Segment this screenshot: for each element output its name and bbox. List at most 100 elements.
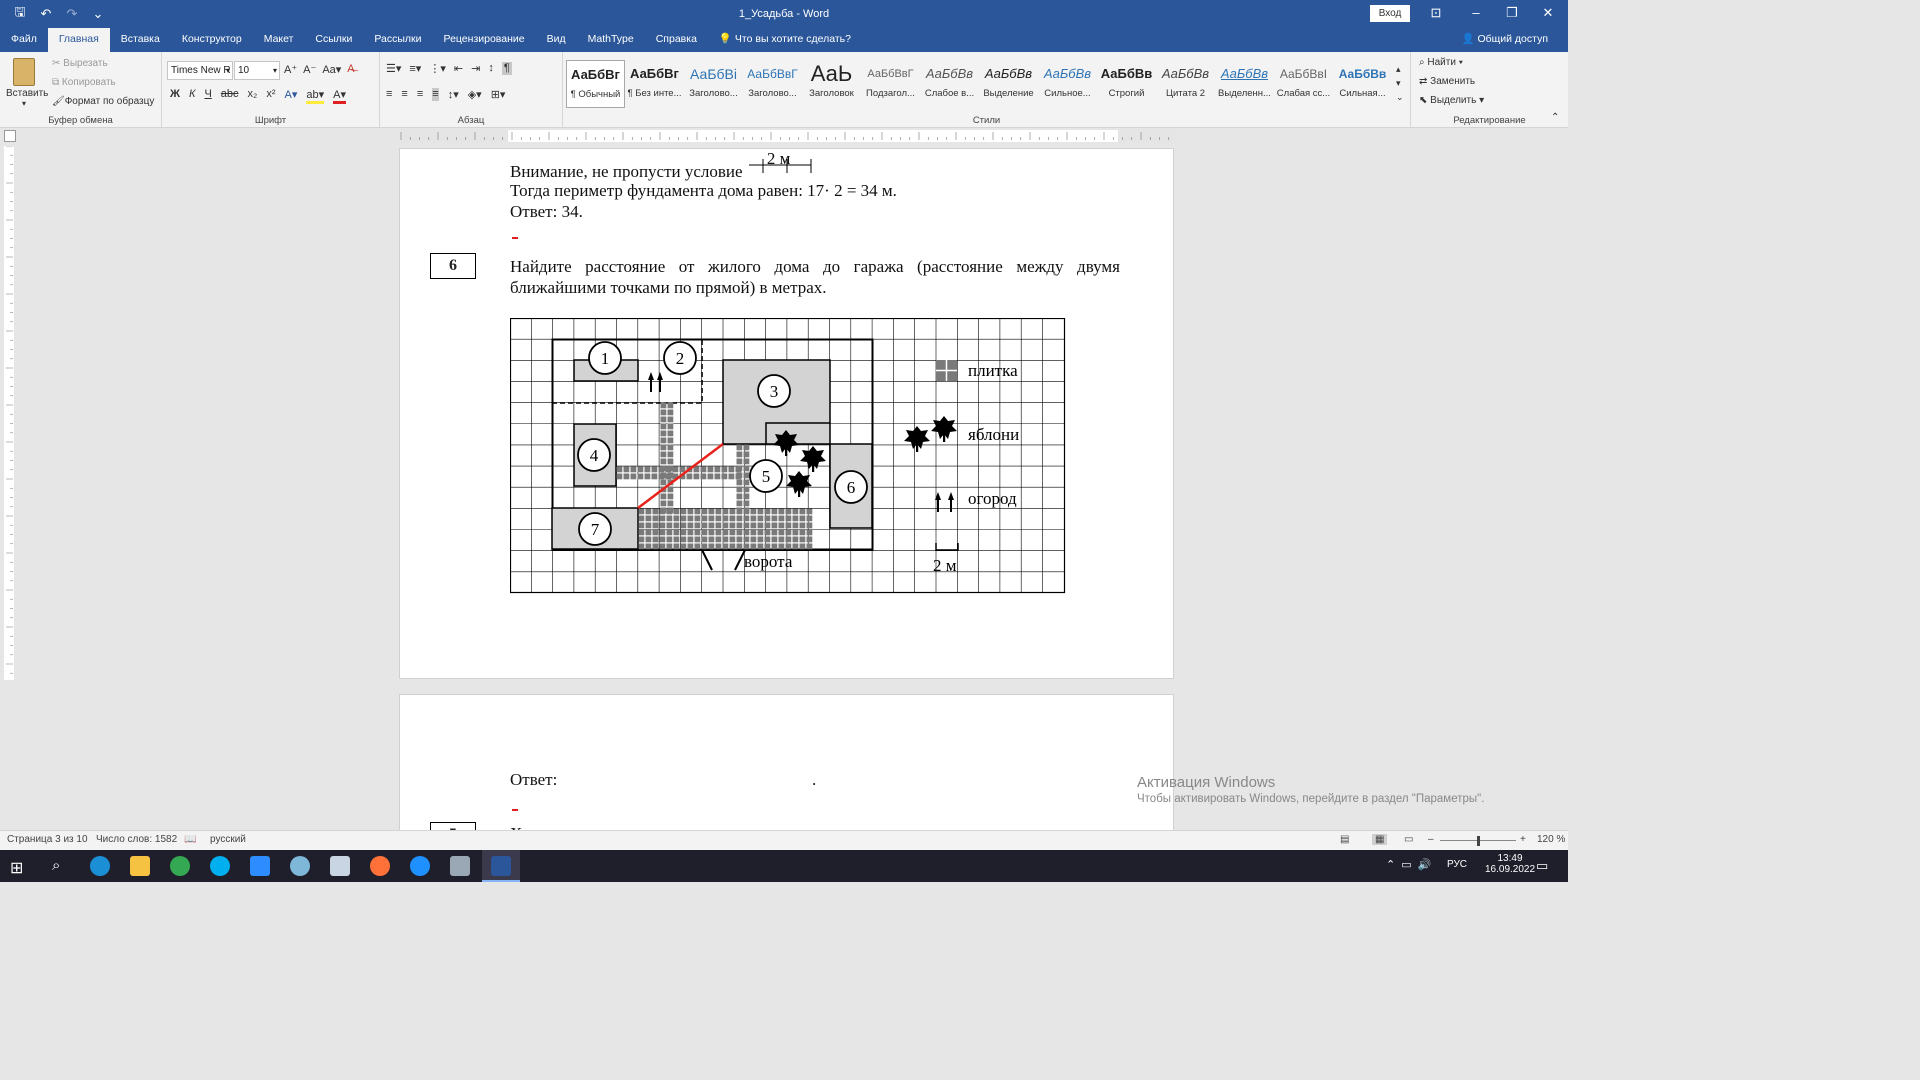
page-count[interactable]: Страница 3 из 10 [7,834,88,845]
notifications-icon[interactable]: ▭ [1536,858,1548,874]
borders-icon[interactable]: ⊞▾ [491,88,506,101]
chrome-icon[interactable] [170,856,190,876]
zoom-slider-thumb[interactable] [1477,836,1480,846]
highlight-icon[interactable]: ab▾ [306,88,325,104]
system-tray-icons[interactable]: ⌃▭🔊 [1386,858,1437,871]
style-no-spacing[interactable]: АаБбВг ¶ Без инте... [625,60,684,108]
app-icon[interactable] [450,856,470,876]
tab-file[interactable]: Файл [0,28,48,52]
clear-format-icon[interactable]: A̶ [347,63,354,76]
maximize-icon[interactable]: ❐ [1492,0,1532,28]
style-intense-emphasis[interactable]: АаБбВв Сильное... [1038,60,1097,108]
input-language[interactable]: РУС [1447,859,1467,870]
clock[interactable]: 13:49 16.09.2022 [1485,853,1535,875]
font-name-select[interactable]: Times New R ▾ [167,61,233,80]
web-layout-icon[interactable]: ▭ [1404,834,1413,845]
zoom-in-icon[interactable]: + [1520,834,1526,845]
style-strong[interactable]: АаБбВв Строгий [1097,60,1156,108]
replace-button[interactable]: ⇄ Заменить [1419,76,1475,87]
language[interactable]: русский [210,834,246,845]
print-layout-icon[interactable]: ▦ [1372,834,1388,845]
vertical-ruler[interactable] [4,145,14,693]
proofing-icon[interactable]: 📖 [184,834,196,845]
style-subtle-emphasis[interactable]: АаБбВв Слабое в... [920,60,979,108]
style-heading1[interactable]: АаБбВі Заголово... [684,60,743,108]
word-count[interactable]: Число слов: 1582 [96,834,177,845]
ruler-tab-selector[interactable] [4,130,16,142]
shrink-font-icon[interactable]: A⁻ [303,63,316,76]
font-color-icon[interactable]: A▾ [333,88,346,104]
style-subtle-reference[interactable]: АаБбВвІ Слабая сс... [1274,60,1333,108]
tab-help[interactable]: Справка [645,28,708,52]
format-painter-button[interactable]: 🖌Формат по образцу [52,96,154,107]
edge-icon[interactable] [90,856,110,876]
windows-start-icon[interactable]: ⊞ [10,858,23,878]
superscript-icon[interactable]: x² [266,88,275,104]
undo-icon[interactable]: ↶ [36,6,56,22]
tell-me-search[interactable]: 💡 Что вы хотите сделать? [708,28,862,52]
subscript-icon[interactable]: x₂ [248,88,258,104]
read-mode-icon[interactable]: ▤ [1340,834,1349,845]
font-size-select[interactable]: 10 ▾ [234,61,280,80]
tab-design[interactable]: Конструктор [171,28,253,52]
shading-icon[interactable]: ◈▾ [468,88,482,101]
justify-icon[interactable]: ≡ [432,88,439,101]
ribbon-display-icon[interactable]: ⊡ [1416,0,1456,28]
zoom-app-icon[interactable] [250,856,270,876]
style-title[interactable]: АаЬ Заголовок [802,60,861,108]
skype-icon[interactable] [210,856,230,876]
estate-plan[interactable]: 1 2 3 4 5 6 7 плитка яблони огород 2 м ворота [510,318,1070,598]
collapse-ribbon-icon[interactable]: ⌃ [1551,112,1559,123]
login-button[interactable]: Вход [1370,5,1410,22]
tab-references[interactable]: Ссылки [304,28,363,52]
underline-icon[interactable]: Ч [204,88,211,104]
pilcrow-icon[interactable]: ¶ [501,62,512,75]
internet-explorer-icon[interactable] [410,856,430,876]
close-icon[interactable]: ✕ [1528,0,1568,28]
redo-icon[interactable]: ↷ [62,6,82,22]
grow-font-icon[interactable]: A⁺ [284,63,297,76]
bullets-icon[interactable]: ☰▾ [386,62,401,75]
save-icon[interactable]: 🖫 [10,3,30,25]
align-left-icon[interactable]: ≡ [386,88,392,101]
horizontal-ruler[interactable] [398,130,1174,142]
styles-scroll-controls[interactable]: ▴ ▾ ⌄ [1396,62,1404,104]
increase-indent-icon[interactable]: ⇥ [471,62,480,75]
italic-icon[interactable]: К [189,88,195,104]
tab-view[interactable]: Вид [536,28,577,52]
tab-insert[interactable]: Вставка [110,28,171,52]
minimize-icon[interactable]: – [1456,0,1496,28]
find-button[interactable]: ⌕ Найти ▾ [1419,57,1463,68]
share-button[interactable]: 👤 Общий доступ [1461,28,1548,50]
change-case-icon[interactable]: Aa▾ [322,63,341,76]
align-center-icon[interactable]: ≡ [401,88,407,101]
align-right-icon[interactable]: ≡ [417,88,423,101]
sort-icon[interactable]: ↕ [488,62,494,75]
style-intense-quote[interactable]: АаБбВв Выделенн... [1215,60,1274,108]
page-current[interactable]: Внимание, не пропусти условие 2 м Тогда … [399,148,1174,679]
style-quote2[interactable]: АаБбВв Цитата 2 [1156,60,1215,108]
notepad-icon[interactable] [330,856,350,876]
numbering-icon[interactable]: ≡▾ [409,62,421,75]
paste-button[interactable]: Вставить ▾ [6,58,48,108]
zoom-level[interactable]: 120 % [1537,834,1565,845]
strikethrough-icon[interactable]: abc [221,88,239,104]
word-taskbar-button[interactable] [482,850,520,882]
file-explorer-icon[interactable] [130,856,150,876]
decrease-indent-icon[interactable]: ⇤ [454,62,463,75]
paint-icon[interactable] [290,856,310,876]
text-effects-icon[interactable]: A▾ [284,88,297,104]
zoom-out-icon[interactable]: – [1428,834,1434,845]
style-normal[interactable]: АаБбВг ¶ Обычный [566,60,625,108]
tab-mailings[interactable]: Рассылки [363,28,432,52]
style-heading2[interactable]: АаБбВвГ Заголово... [743,60,802,108]
style-intense-reference[interactable]: АаБбВв Сильная... [1333,60,1392,108]
tab-review[interactable]: Рецензирование [433,28,536,52]
bold-icon[interactable]: Ж [170,88,180,104]
line-spacing-icon[interactable]: ↕▾ [448,88,459,101]
customize-qat-icon[interactable]: ⌄ [88,6,108,22]
cut-button[interactable]: ✂ Вырезать [52,58,108,69]
multilevel-list-icon[interactable]: ⋮▾ [429,62,446,75]
search-icon[interactable]: ⌕ [52,857,60,874]
style-emphasis[interactable]: АаБбВв Выделение [979,60,1038,108]
